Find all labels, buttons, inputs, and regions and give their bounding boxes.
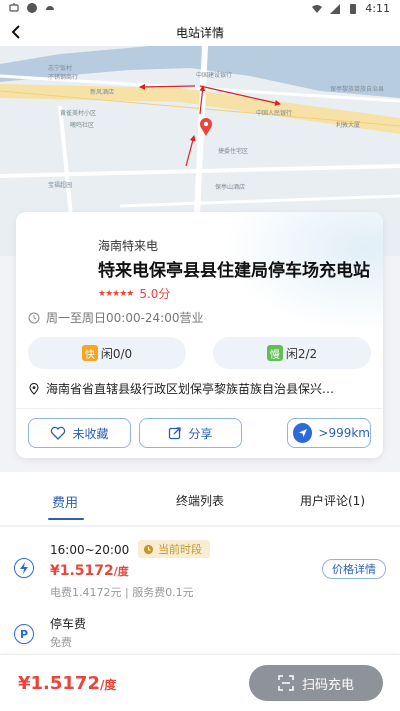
tab-active-indicator <box>48 518 84 520</box>
bottom-price: ¥1.5172/度 <box>18 673 116 694</box>
map-label: 不锈钢商行 <box>48 74 79 81</box>
hours-row: 周一至周日00:00-24:00营业 <box>28 309 204 326</box>
distance-label: >999km <box>318 426 370 440</box>
fast-charger-pill[interactable]: 快 闲0/0 <box>28 337 186 369</box>
status-left <box>8 2 56 14</box>
map-label: 利敦大厦 <box>336 122 361 129</box>
slow-badge: 慢 <box>266 345 283 361</box>
parking-fee-value: 免费 <box>50 636 72 649</box>
map-label: 中国人民银行 <box>256 110 293 117</box>
star-rating-icon: ★★★★★ <box>98 288 134 299</box>
price-detail-button[interactable]: 价格详情 <box>322 559 386 579</box>
fast-status: 闲0/0 <box>100 346 133 361</box>
clock-icon <box>143 544 154 554</box>
navigate-button[interactable]: >999km <box>287 418 371 448</box>
bottom-bar: ¥1.5172/度 扫码充电 <box>0 655 400 711</box>
lightning-icon <box>14 558 34 578</box>
current-price-unit: /度 <box>113 565 129 578</box>
fast-badge: 快 <box>81 345 98 361</box>
navigation-icon <box>293 423 313 443</box>
slow-status: 闲2/2 <box>285 346 318 361</box>
bottom-price-value: ¥1.5172 <box>18 673 100 694</box>
station-name: 特来电保亭县县住建局停车场充电站 <box>98 261 370 281</box>
current-period-label: 当前时段 <box>158 543 202 556</box>
map-label: 宝福超园 <box>48 182 73 189</box>
wifi-icon <box>311 3 323 15</box>
map-label: 中国建设银行 <box>196 72 233 79</box>
signal-icon <box>329 3 341 15</box>
map-label: 新风酒店 <box>90 89 115 96</box>
rating-row: ★★★★★ 5.0分 <box>98 285 170 302</box>
scan-charge-label: 扫码充电 <box>301 677 354 693</box>
current-period-badge: 当前时段 <box>138 540 210 558</box>
current-price-value: ¥1.5172 <box>50 563 114 579</box>
app-notification-icon <box>26 2 38 14</box>
slow-charger-pill[interactable]: 慢 闲2/2 <box>213 337 371 369</box>
back-button[interactable] <box>6 22 26 42</box>
opening-hours: 周一至周日00:00-24:00营业 <box>46 311 204 325</box>
status-right: 4:11 <box>311 2 390 15</box>
tab-fees[interactable]: 费用 <box>52 492 78 511</box>
location-icon <box>29 382 39 395</box>
share-icon <box>169 427 182 440</box>
map-label: 黄雀美村小区 <box>60 110 97 117</box>
scan-icon <box>278 675 294 691</box>
android-icon <box>44 2 56 14</box>
bottom-price-unit: /度 <box>99 678 117 692</box>
parking-icon: P <box>14 624 34 644</box>
map-label: 志宁饭村 <box>48 65 73 72</box>
fee-section: 16:00~20:00 当前时段 ¥1.5172/度 电费1.4172元 | 服… <box>0 527 400 654</box>
tab-terminals[interactable]: 终端列表 <box>176 492 224 509</box>
clock-icon <box>28 312 40 323</box>
parking-fee-title: 停车费 <box>50 617 87 631</box>
charger-status-row: 快 闲0/0 慢 闲2/2 <box>28 337 371 369</box>
share-button[interactable]: 分享 <box>139 418 242 448</box>
rating-score: 5.0分 <box>139 287 171 301</box>
tab-reviews[interactable]: 用户评论(1) <box>300 492 365 509</box>
station-address: 海南省省直辖县级行政区划保亭黎族苗族自治县保兴… <box>46 382 335 396</box>
current-price: ¥1.5172/度 <box>50 563 129 579</box>
map-label: 曦鸣社区 <box>70 122 95 129</box>
status-time: 4:11 <box>365 2 390 15</box>
operator-name: 海南特来电 <box>98 239 159 253</box>
chevron-left-icon <box>11 25 20 39</box>
station-card: 海南特来电 特来电保亭县县住建局停车场充电站 ★★★★★ 5.0分 周一至周日0… <box>16 212 383 458</box>
fee-breakdown: 电费1.4172元 | 服务费0.1元 <box>50 586 194 599</box>
detail-tabs: 费用 终端列表 用户评论(1) <box>0 472 400 526</box>
heart-icon <box>51 426 66 440</box>
card-divider <box>16 408 383 409</box>
map-label: 保亭黎族苗族自治县 <box>330 86 385 93</box>
page-title: 电站详情 <box>175 25 224 40</box>
map-label: 保亭山酒店 <box>215 184 246 191</box>
favorite-button[interactable]: 未收藏 <box>28 418 131 448</box>
map-label: 捷委住宅区 <box>218 148 249 155</box>
notification-icon <box>8 2 20 14</box>
favorite-label: 未收藏 <box>72 426 109 441</box>
status-bar: 4:11 <box>0 0 400 18</box>
battery-icon <box>347 3 359 15</box>
scan-charge-button[interactable]: 扫码充电 <box>249 665 383 701</box>
nav-bar: 电站详情 <box>0 18 400 46</box>
share-label: 分享 <box>188 426 213 441</box>
address-row: 海南省省直辖县级行政区划保亭黎族苗族自治县保兴… <box>28 380 368 397</box>
time-range: 16:00~20:00 <box>50 543 130 557</box>
